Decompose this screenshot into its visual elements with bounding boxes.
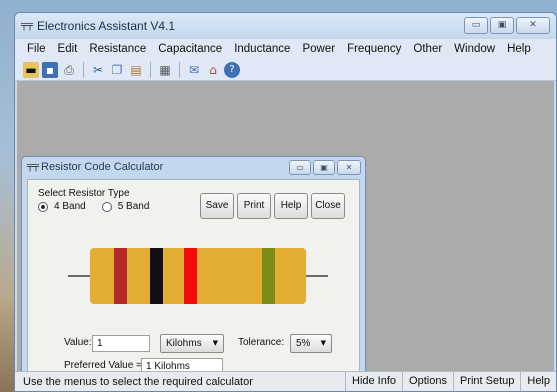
toolbar-separator (150, 61, 151, 78)
window-title: Electronics Assistant V4.1 (37, 19, 176, 33)
menu-file[interactable]: File (21, 43, 52, 55)
unit-dropdown-value: Kilohms (166, 338, 202, 349)
status-text: Use the menus to select the required cal… (23, 376, 253, 388)
menu-help[interactable]: Help (501, 43, 537, 55)
resistor-body (90, 248, 306, 304)
window-controls: ▭ ▣ ✕ (464, 17, 550, 34)
print-icon[interactable]: ⎙ (61, 62, 77, 78)
print-button[interactable]: Print (237, 193, 271, 219)
menu-window[interactable]: Window (448, 43, 501, 55)
resistor-type-label: Select Resistor Type (38, 188, 130, 199)
menu-edit[interactable]: Edit (52, 43, 84, 55)
dialog-close-button[interactable]: ✕ (337, 160, 361, 175)
status-help-button[interactable]: Help (520, 372, 556, 391)
menu-power[interactable]: Power (296, 43, 341, 55)
left-lead (68, 275, 92, 277)
dialog-minimize-button[interactable]: ▭ (289, 160, 311, 175)
unit-dropdown[interactable]: Kilohms ▼ (160, 334, 224, 353)
help-icon[interactable]: ? (224, 61, 240, 78)
menu-other[interactable]: Other (407, 43, 448, 55)
menu-resistance[interactable]: Resistance (83, 43, 152, 55)
maximize-button[interactable]: ▣ (490, 17, 514, 34)
band-1 (114, 248, 127, 304)
print-setup-button[interactable]: Print Setup (452, 372, 520, 391)
copy-icon[interactable]: ❐ (109, 62, 125, 78)
close-button[interactable]: ✕ (516, 17, 550, 34)
app-icon: ╤╤ (21, 20, 34, 31)
cut-icon[interactable]: ✂ (90, 62, 106, 78)
dialog-maximize-button[interactable]: ▣ (313, 160, 335, 175)
menu-frequency[interactable]: Frequency (341, 43, 407, 55)
tolerance-dropdown[interactable]: 5% ▼ (290, 334, 332, 353)
save-button[interactable]: Save (200, 193, 234, 219)
help-button[interactable]: Help (274, 193, 308, 219)
band-3 (184, 248, 197, 304)
toolbar: ▬ ▪ ⎙ ✂ ❐ ▤ ▦ ✉ ⌂ ? (15, 59, 556, 81)
status-bar: Use the menus to select the required cal… (15, 371, 556, 391)
resistor-type-group: 4 Band 5 Band (38, 201, 159, 212)
right-lead (304, 275, 328, 277)
resistor-calculator-window: ╤╤ Resistor Code Calculator ▭ ▣ ✕ Select… (21, 156, 366, 382)
resistor-graphic (38, 236, 348, 316)
home-icon[interactable]: ⌂ (205, 62, 221, 78)
calculator-icon[interactable]: ▦ (157, 62, 173, 78)
radio-5-band[interactable] (101, 201, 112, 212)
dialog-title-bar[interactable]: ╤╤ Resistor Code Calculator ▭ ▣ ✕ (22, 157, 365, 179)
preferred-value-label: Preferred Value = (64, 360, 142, 371)
dialog-controls: ▭ ▣ ✕ (289, 160, 361, 175)
status-buttons: Hide Info Options Print Setup Help (345, 372, 556, 391)
main-window: ╤╤ Electronics Assistant V4.1 ▭ ▣ ✕ File… (14, 12, 557, 392)
dialog-icon: ╤╤ (27, 161, 40, 172)
chevron-down-icon: ▼ (212, 339, 218, 347)
value-label: Value: (64, 337, 92, 348)
tolerance-dropdown-value: 5% (296, 338, 311, 349)
chevron-down-icon: ▼ (320, 339, 326, 347)
menu-bar: File Edit Resistance Capacitance Inducta… (15, 39, 556, 59)
hide-info-button[interactable]: Hide Info (345, 372, 402, 391)
toolbar-separator (83, 61, 84, 78)
radio-5-band-label[interactable]: 5 Band (118, 201, 150, 212)
menu-capacitance[interactable]: Capacitance (152, 43, 228, 55)
close-dialog-button[interactable]: Close (311, 193, 345, 219)
tolerance-band (262, 248, 275, 304)
toolbar-separator (179, 61, 180, 78)
minimize-button[interactable]: ▭ (464, 17, 488, 34)
save-icon[interactable]: ▪ (42, 61, 58, 78)
tolerance-label: Tolerance: (238, 337, 285, 348)
paste-icon[interactable]: ▤ (128, 62, 144, 78)
title-bar[interactable]: ╤╤ Electronics Assistant V4.1 ▭ ▣ ✕ (15, 13, 556, 39)
dialog-body: Select Resistor Type 4 Band 5 Band Save … (27, 179, 360, 376)
radio-4-band-label[interactable]: 4 Band (54, 201, 86, 212)
mdi-client-area: ╤╤ Resistor Code Calculator ▭ ▣ ✕ Select… (17, 81, 554, 382)
band-2 (150, 248, 163, 304)
options-button[interactable]: Options (402, 372, 453, 391)
dialog-button-row: Save Print Help Close (200, 193, 345, 219)
value-input[interactable]: 1 (92, 335, 150, 352)
mail-icon[interactable]: ✉ (186, 62, 202, 78)
open-folder-icon[interactable]: ▬ (23, 61, 39, 78)
menu-inductance[interactable]: Inductance (228, 43, 296, 55)
radio-4-band[interactable] (38, 201, 48, 212)
dialog-title: Resistor Code Calculator (41, 161, 164, 173)
